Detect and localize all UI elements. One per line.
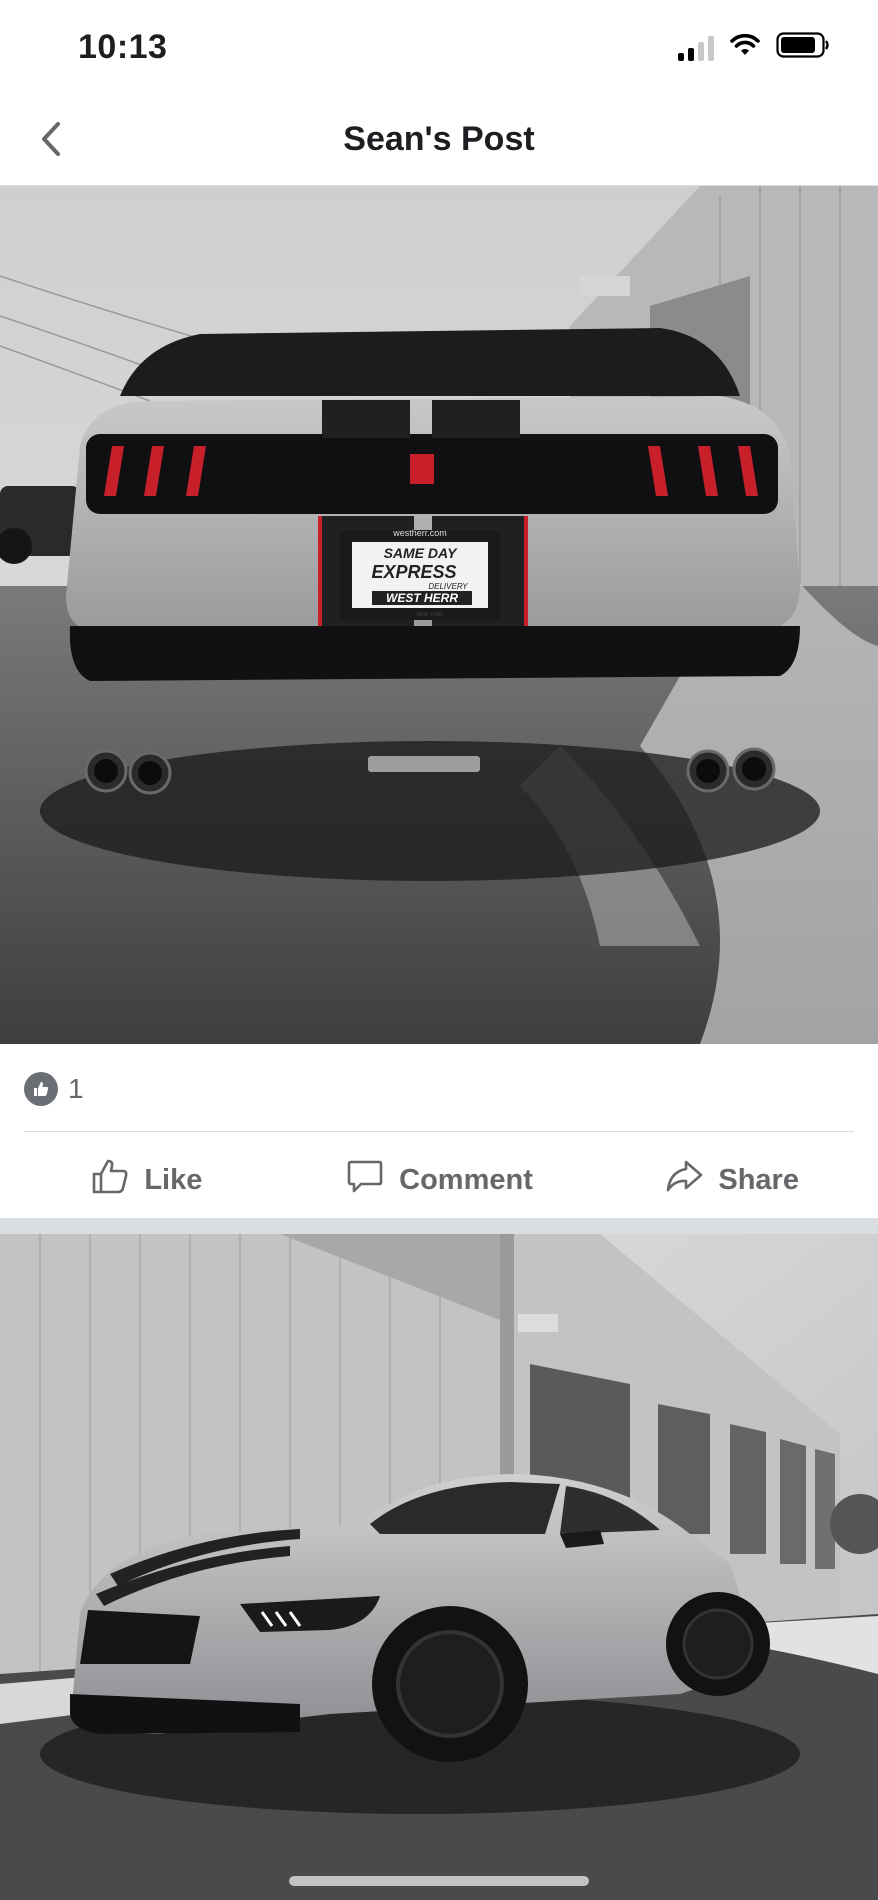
plate-line-4: WEST HERR (386, 591, 458, 605)
comment-icon (345, 1156, 385, 1204)
reaction-count: 1 (68, 1073, 84, 1104)
share-icon (664, 1156, 704, 1204)
divider (24, 1131, 854, 1132)
post-photo-2[interactable] (0, 1234, 878, 1900)
comment-label: Comment (399, 1163, 533, 1196)
plate-line-3: DELIVERY (428, 582, 468, 591)
share-label: Share (718, 1163, 799, 1196)
battery-icon (776, 32, 830, 63)
status-bar: 10:13 (0, 0, 878, 96)
status-time: 10:13 (78, 28, 168, 66)
plate-top-text: westherr.com (392, 528, 447, 538)
post-action-bar: Like Comment Share (0, 1140, 878, 1220)
like-label: Like (144, 1163, 203, 1196)
thumbs-up-icon (24, 1072, 58, 1106)
home-indicator[interactable] (289, 1876, 589, 1886)
comment-button[interactable]: Comment (293, 1140, 586, 1220)
reactions-summary[interactable]: 1 (24, 1072, 84, 1106)
plate-bottom-text: NEW YORK (416, 612, 444, 618)
nav-header: Sean's Post (0, 96, 878, 186)
cellular-signal-icon (678, 35, 714, 61)
page-title: Sean's Post (343, 120, 535, 158)
plate-line-2: EXPRESS (371, 562, 456, 582)
thumbs-up-outline-icon (90, 1156, 130, 1204)
status-icons (678, 32, 830, 63)
wifi-icon (730, 33, 760, 62)
post-photo-1[interactable]: westherr.com SAME DAY EXPRESS DELIVERY W… (0, 186, 878, 1044)
like-button[interactable]: Like (0, 1140, 293, 1220)
share-button[interactable]: Share (585, 1140, 878, 1220)
section-separator (0, 1218, 878, 1234)
plate-line-1: SAME DAY (384, 545, 459, 561)
